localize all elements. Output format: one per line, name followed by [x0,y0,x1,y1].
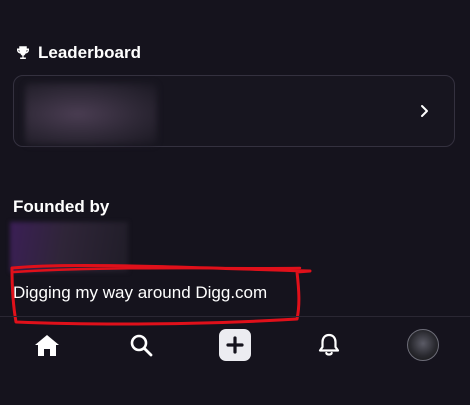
plus-icon [219,329,251,361]
blurred-leaderboard-preview [25,83,157,145]
bell-icon [318,333,340,356]
bottom-nav [0,317,470,377]
avatar [407,329,439,361]
leaderboard-title: Leaderboard [38,43,141,62]
chevron-right-icon [421,105,428,117]
founded-by-title: Founded by [13,197,110,216]
blurred-founder-avatar [10,222,128,272]
leaderboard-header: Leaderboard [14,42,141,64]
nav-profile-button[interactable] [405,327,441,363]
search-icon [130,334,153,357]
home-icon [35,335,59,356]
nav-search-button[interactable] [123,327,159,363]
founder-bio: Digging my way around Digg.com [13,283,268,302]
leaderboard-card[interactable] [13,75,455,147]
nav-create-button[interactable] [217,327,253,363]
nav-notifications-button[interactable] [311,327,347,363]
trophy-icon [17,46,29,59]
nav-home-button[interactable] [29,327,65,363]
founded-by-header: Founded by [13,196,109,218]
